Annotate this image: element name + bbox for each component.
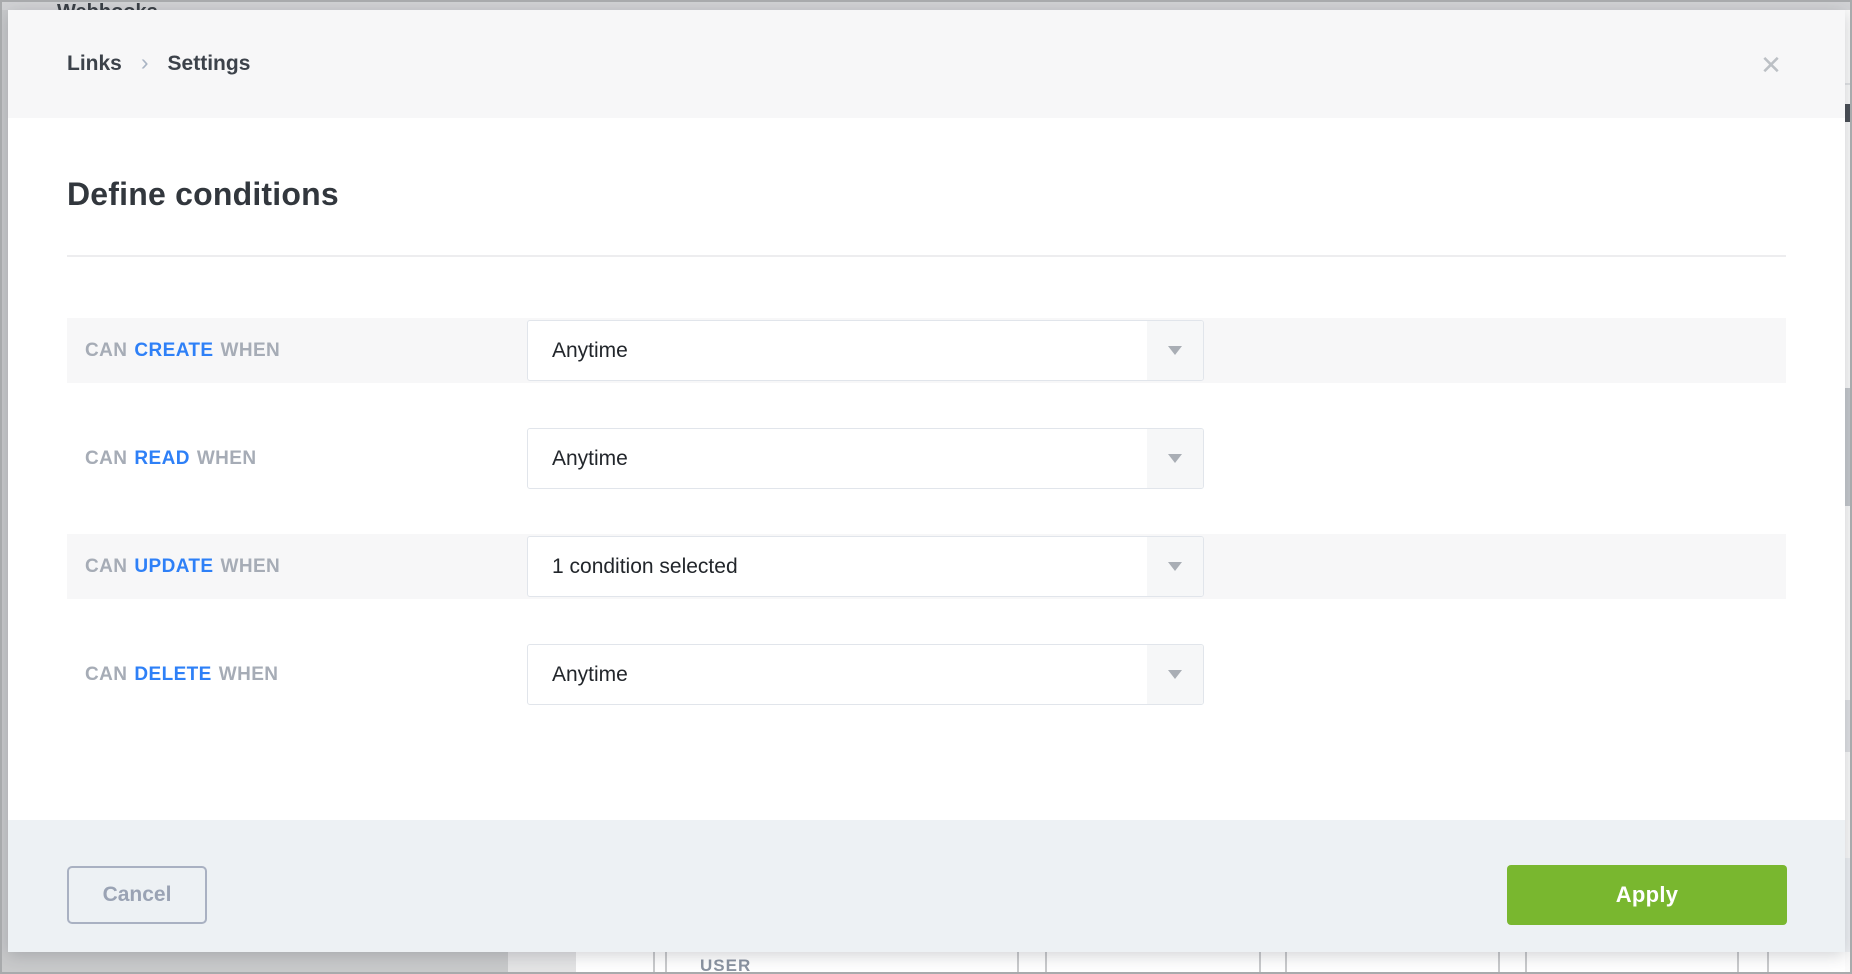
background-table-cell [508,952,576,974]
table-column-divider [1525,952,1527,974]
background-table-strip: USER [0,952,1852,974]
table-column-divider [665,952,667,974]
background-right-top [1845,0,1852,10]
close-button[interactable]: ✕ [1752,46,1790,84]
condition-label: CAN UPDATE WHEN [85,534,280,599]
label-suffix: WHEN [220,340,280,362]
chevron-down-icon [1168,346,1182,355]
label-prefix: CAN [85,448,127,470]
background-text-fragment [1845,104,1850,122]
condition-label: CAN CREATE WHEN [85,318,280,383]
condition-label: CAN DELETE WHEN [85,642,278,707]
title-divider [67,255,1786,257]
apply-button[interactable]: Apply [1507,865,1787,925]
modal-footer: Cancel Apply [8,820,1845,952]
label-suffix: WHEN [220,556,280,578]
table-column-divider [653,952,655,974]
table-column-divider [1737,952,1739,974]
label-suffix: WHEN [197,448,257,470]
background-user-column-header: USER [700,956,751,974]
table-column-divider [1767,952,1769,974]
background-right-footer [1845,858,1852,952]
label-prefix: CAN [85,556,127,578]
select-caret-zone [1147,645,1203,704]
table-column-divider [1017,952,1019,974]
breadcrumb-links[interactable]: Links [67,52,122,76]
label-suffix: WHEN [219,664,279,686]
breadcrumb: Links › Settings [67,10,250,118]
select-value: 1 condition selected [552,537,738,596]
create-condition-select[interactable]: Anytime [527,320,1204,381]
background-table-cell [0,952,508,974]
table-column-divider [1285,952,1287,974]
condition-row-create: CAN CREATE WHEN Anytime [67,318,1786,383]
select-value: Anytime [552,429,628,488]
cancel-button[interactable]: Cancel [67,866,207,924]
screen: { "modal": { "breadcrumb": { "item1": "L… [0,0,1852,974]
settings-modal: Links › Settings ✕ Define conditions CAN… [8,10,1845,952]
read-condition-select[interactable]: Anytime [527,428,1204,489]
scrollbar-thumb[interactable] [1845,388,1852,506]
label-action-update: UPDATE [134,556,213,578]
table-column-divider [1498,952,1500,974]
close-icon: ✕ [1760,50,1782,81]
label-action-read: READ [134,448,189,470]
select-caret-zone [1147,537,1203,596]
chevron-down-icon [1168,562,1182,571]
delete-condition-select[interactable]: Anytime [527,644,1204,705]
background-right-strip [1845,0,1852,974]
background-divider [1845,83,1852,85]
label-prefix: CAN [85,664,127,686]
select-value: Anytime [552,645,628,704]
label-action-create: CREATE [134,340,213,362]
page-title: Define conditions [67,176,339,213]
table-column-divider [1045,952,1047,974]
chevron-down-icon [1168,454,1182,463]
breadcrumb-settings: Settings [168,52,251,76]
background-page-title: Webhooks [57,1,158,10]
select-value: Anytime [552,321,628,380]
update-condition-select[interactable]: 1 condition selected [527,536,1204,597]
chevron-down-icon [1168,670,1182,679]
label-prefix: CAN [85,340,127,362]
condition-row-read: CAN READ WHEN Anytime [67,426,1786,491]
select-caret-zone [1147,321,1203,380]
condition-row-update: CAN UPDATE WHEN 1 condition selected [67,534,1786,599]
table-column-divider [1259,952,1261,974]
background-top-strip: Webhooks [0,0,1852,10]
condition-row-delete: CAN DELETE WHEN Anytime [67,642,1786,707]
select-caret-zone [1147,429,1203,488]
chevron-right-icon: › [135,49,155,79]
condition-label: CAN READ WHEN [85,426,256,491]
background-right-segment [1845,700,1852,752]
label-action-delete: DELETE [134,664,211,686]
modal-header: Links › Settings ✕ [8,10,1845,118]
